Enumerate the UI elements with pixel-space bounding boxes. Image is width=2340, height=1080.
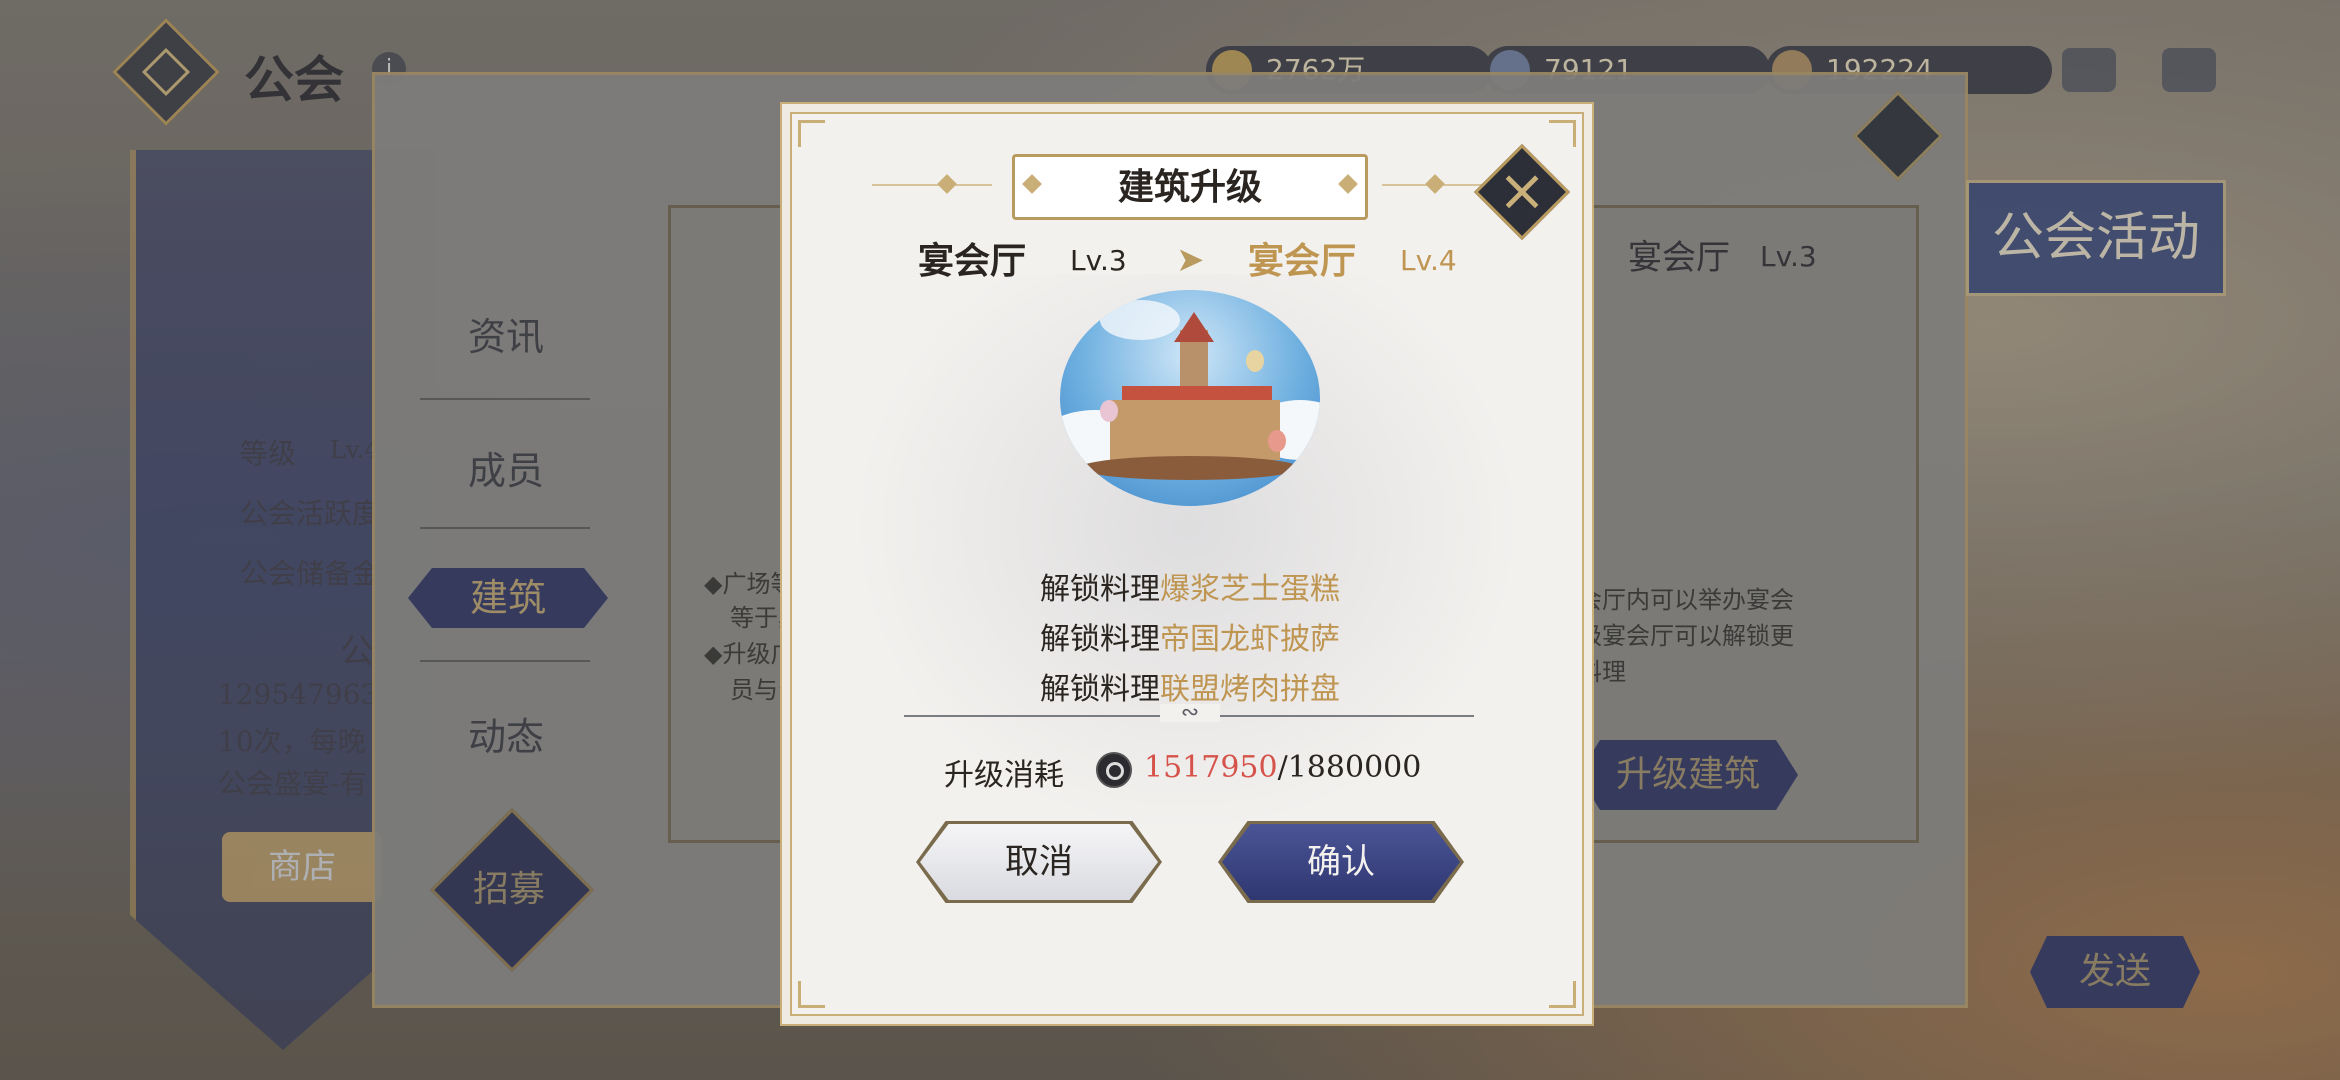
- unlock-item-1: 解锁料理爆浆芝士蛋糕: [990, 564, 1390, 608]
- title-ornament-icon: [1425, 174, 1445, 194]
- corner-ornament: [798, 120, 825, 147]
- upgrade-cost-value: 1517950/1880000: [1144, 750, 1421, 785]
- cost-current: 1517950: [1144, 750, 1278, 785]
- title-line: [872, 184, 992, 186]
- guild-coin-icon: [1096, 752, 1132, 788]
- cost-required: /1880000: [1277, 750, 1422, 785]
- upgrade-cost-label: 升级消耗: [944, 758, 1064, 793]
- banquet-hall-image: [1060, 290, 1320, 506]
- cancel-button[interactable]: 取消: [920, 824, 1158, 900]
- dialog-title: 建筑升级: [1117, 166, 1262, 208]
- unlock-dish: 爆浆芝士蛋糕: [1160, 572, 1340, 607]
- unlock-prefix: 解锁料理: [1040, 622, 1160, 657]
- corner-ornament: [1549, 120, 1576, 147]
- current-building-name: 宴会厅: [918, 240, 1027, 282]
- next-building-level: Lv.4: [1400, 244, 1457, 277]
- next-building-name: 宴会厅: [1248, 240, 1357, 282]
- dialog-title-frame: 建筑升级: [1012, 154, 1368, 220]
- corner-ornament: [798, 981, 825, 1008]
- divider-ornament-icon: ∾: [1160, 702, 1220, 724]
- arrow-right-icon: ➤: [1176, 240, 1205, 280]
- unlock-item-2: 解锁料理帝国龙虾披萨: [990, 614, 1390, 658]
- close-icon[interactable]: ×: [1488, 156, 1556, 224]
- unlock-prefix: 解锁料理: [1040, 572, 1160, 607]
- current-building-level: Lv.3: [1070, 244, 1127, 277]
- confirm-button[interactable]: 确认: [1222, 824, 1460, 900]
- corner-ornament: [1549, 981, 1576, 1008]
- unlock-dish: 帝国龙虾披萨: [1160, 622, 1340, 657]
- title-ornament-icon: [937, 174, 957, 194]
- unlock-prefix: 解锁料理: [1040, 672, 1160, 707]
